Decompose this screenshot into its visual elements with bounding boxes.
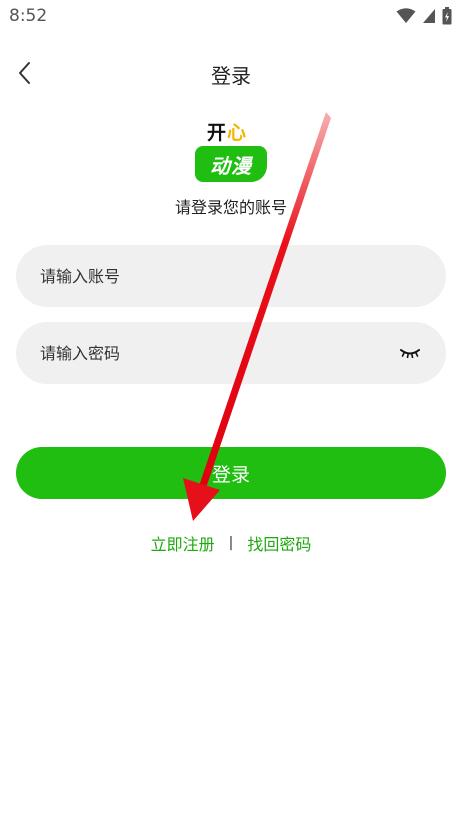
logo-char-2: 心 — [227, 122, 248, 144]
login-subtitle: 请登录您的账号 — [174, 198, 287, 217]
link-separator: | — [228, 535, 234, 551]
logo-text-bottom: 动漫 — [195, 146, 267, 182]
account-field[interactable] — [16, 245, 446, 307]
logo-text-top: 开心 — [207, 122, 247, 144]
status-time: 8:52 — [9, 6, 48, 26]
battery-icon — [442, 7, 452, 25]
eye-closed-icon — [400, 349, 420, 358]
auth-links: 立即注册 | 找回密码 — [0, 531, 462, 555]
password-field[interactable] — [16, 322, 446, 384]
wifi-icon — [396, 8, 416, 23]
password-input[interactable] — [40, 343, 398, 363]
login-page: 8:52 登录 开心 动漫 请登录您的账号 请输入账号 登录 立即注册 | 找回… — [0, 0, 462, 823]
forgot-password-link[interactable]: 找回密码 — [247, 531, 311, 555]
account-input[interactable] — [40, 266, 422, 286]
status-icons — [396, 7, 452, 25]
app-logo: 开心 动漫 — [195, 122, 267, 184]
page-title: 登录 — [211, 64, 251, 88]
status-bar: 8:52 — [0, 0, 462, 32]
register-link[interactable]: 立即注册 — [151, 531, 215, 555]
top-bar: 登录 — [0, 52, 462, 94]
password-visibility-toggle[interactable] — [398, 343, 422, 363]
login-button[interactable]: 登录 — [16, 447, 446, 499]
logo-char-1: 开 — [207, 122, 228, 144]
signal-icon — [423, 9, 435, 23]
